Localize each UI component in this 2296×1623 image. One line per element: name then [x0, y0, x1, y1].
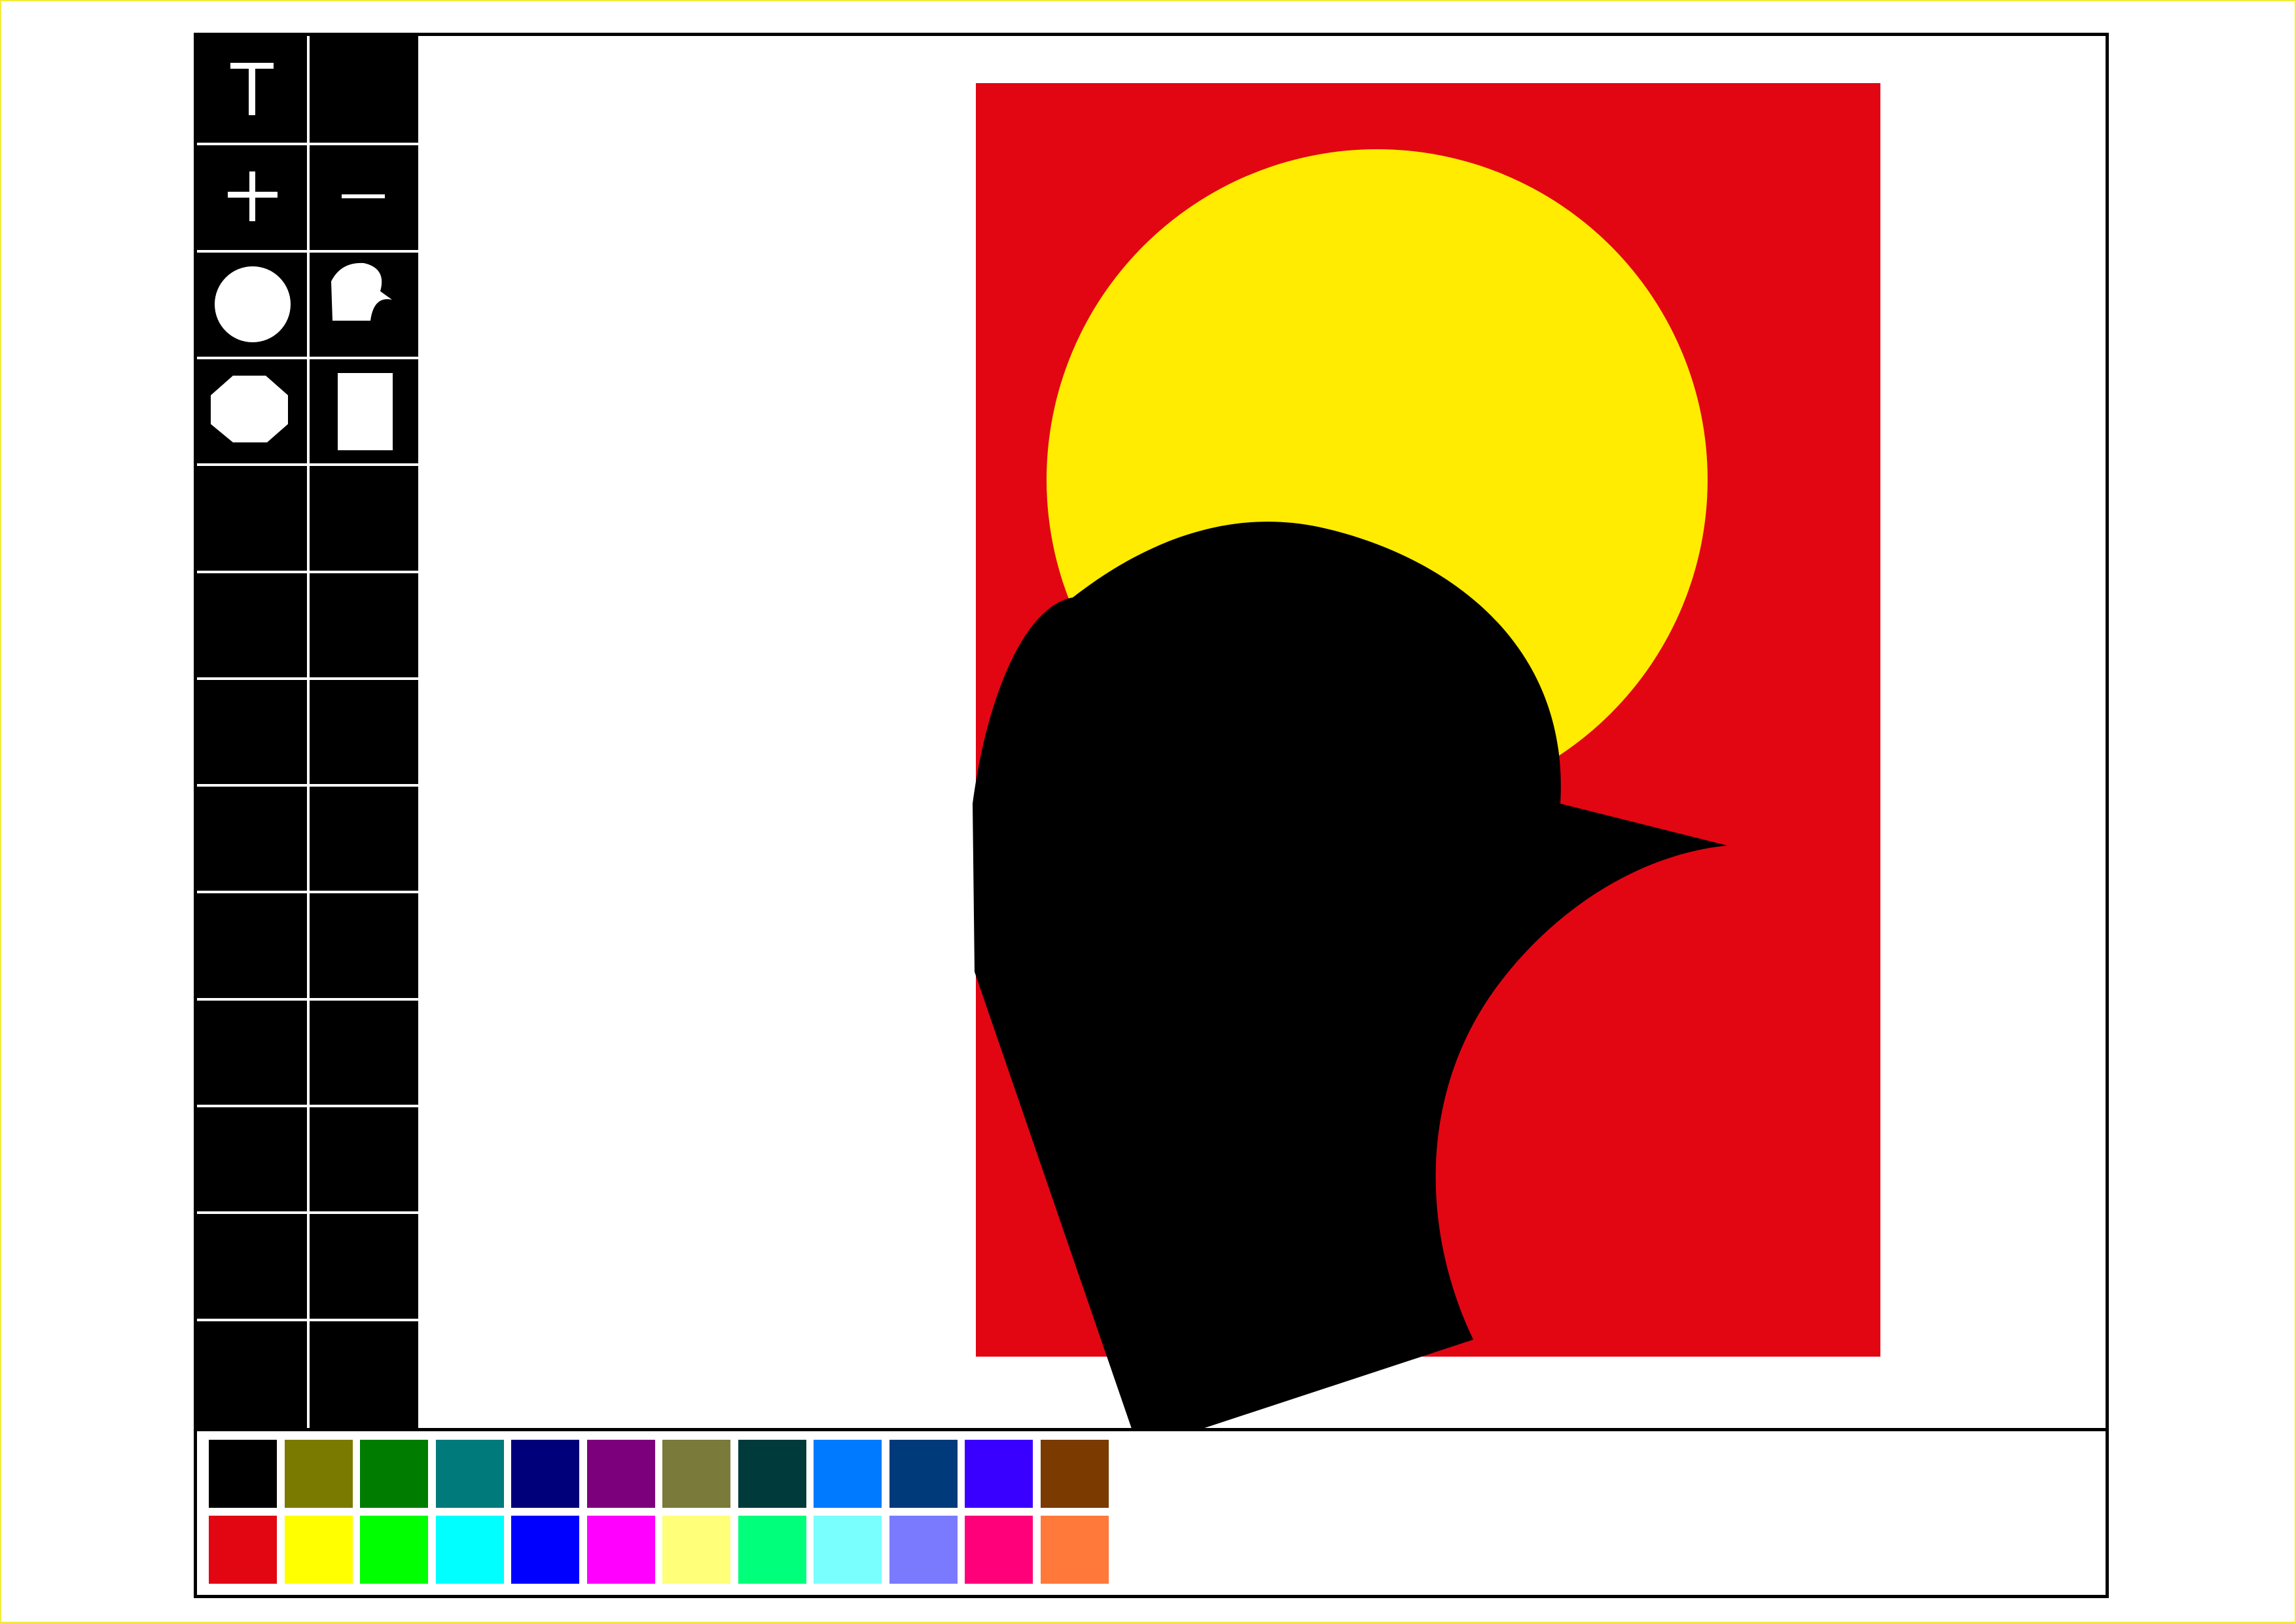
drawing-svg[interactable] [418, 36, 2106, 1430]
paint-app-window [194, 33, 2109, 1433]
toolbox [197, 36, 418, 1430]
empty-tool-slot [308, 677, 420, 782]
empty-tool-slot [308, 36, 420, 141]
drawing-canvas[interactable] [418, 36, 2106, 1430]
color-swatch[interactable] [1040, 1440, 1109, 1508]
color-swatch[interactable] [965, 1440, 1033, 1508]
color-swatch[interactable] [284, 1516, 353, 1584]
empty-tool-slot [197, 1319, 308, 1423]
empty-tool-slot [197, 784, 308, 889]
color-swatch[interactable] [889, 1516, 958, 1584]
color-palette [194, 1428, 2109, 1598]
toolbox-divider-horizontal [197, 143, 418, 145]
color-swatch[interactable] [360, 1440, 428, 1508]
text-tool-button[interactable] [197, 36, 308, 141]
color-swatch[interactable] [511, 1440, 579, 1508]
empty-tool-slot [197, 571, 308, 675]
zoom-in-tool-button[interactable] [197, 145, 308, 249]
color-swatch[interactable] [1040, 1516, 1109, 1584]
color-swatch[interactable] [814, 1516, 882, 1584]
color-swatch[interactable] [738, 1440, 806, 1508]
toolbox-divider-horizontal [197, 250, 418, 253]
rectangle-icon [338, 373, 393, 450]
empty-tool-slot [308, 1105, 420, 1209]
color-swatch[interactable] [586, 1516, 655, 1584]
empty-tool-slot [197, 1211, 308, 1316]
color-swatch[interactable] [889, 1440, 958, 1508]
empty-tool-slot [308, 1319, 420, 1423]
empty-tool-slot [308, 891, 420, 995]
plus-icon [228, 171, 278, 221]
empty-tool-slot [308, 571, 420, 675]
octagon-icon [211, 376, 288, 442]
color-swatch[interactable] [738, 1516, 806, 1584]
toolbox-divider-horizontal [197, 357, 418, 359]
color-swatch[interactable] [814, 1440, 882, 1508]
zoom-out-tool-button[interactable] [308, 145, 420, 249]
freeform-tool-button[interactable] [308, 252, 420, 357]
color-swatch[interactable] [662, 1516, 730, 1584]
freeform-shape-icon [331, 262, 392, 321]
color-swatch[interactable] [435, 1440, 504, 1508]
empty-tool-slot [197, 1105, 308, 1209]
minus-icon [342, 194, 385, 198]
circle-icon [215, 266, 291, 342]
text-icon [230, 63, 274, 115]
color-swatch[interactable] [209, 1516, 277, 1584]
empty-tool-slot [308, 463, 420, 568]
empty-tool-slot [197, 677, 308, 782]
empty-tool-slot [197, 891, 308, 995]
color-swatch[interactable] [360, 1516, 428, 1584]
empty-tool-slot [308, 784, 420, 889]
circle-tool-button[interactable] [197, 252, 308, 357]
empty-tool-slot [308, 998, 420, 1103]
empty-tool-slot [308, 1211, 420, 1316]
color-swatch[interactable] [511, 1516, 579, 1584]
color-swatch[interactable] [586, 1440, 655, 1508]
color-swatch[interactable] [662, 1440, 730, 1508]
rectangle-tool-button[interactable] [308, 359, 420, 464]
color-swatch[interactable] [965, 1516, 1033, 1584]
empty-tool-slot [197, 463, 308, 568]
polygon-tool-button[interactable] [197, 359, 308, 464]
color-swatch[interactable] [435, 1516, 504, 1584]
empty-tool-slot [197, 998, 308, 1103]
color-swatch[interactable] [284, 1440, 353, 1508]
color-swatch[interactable] [209, 1440, 277, 1508]
